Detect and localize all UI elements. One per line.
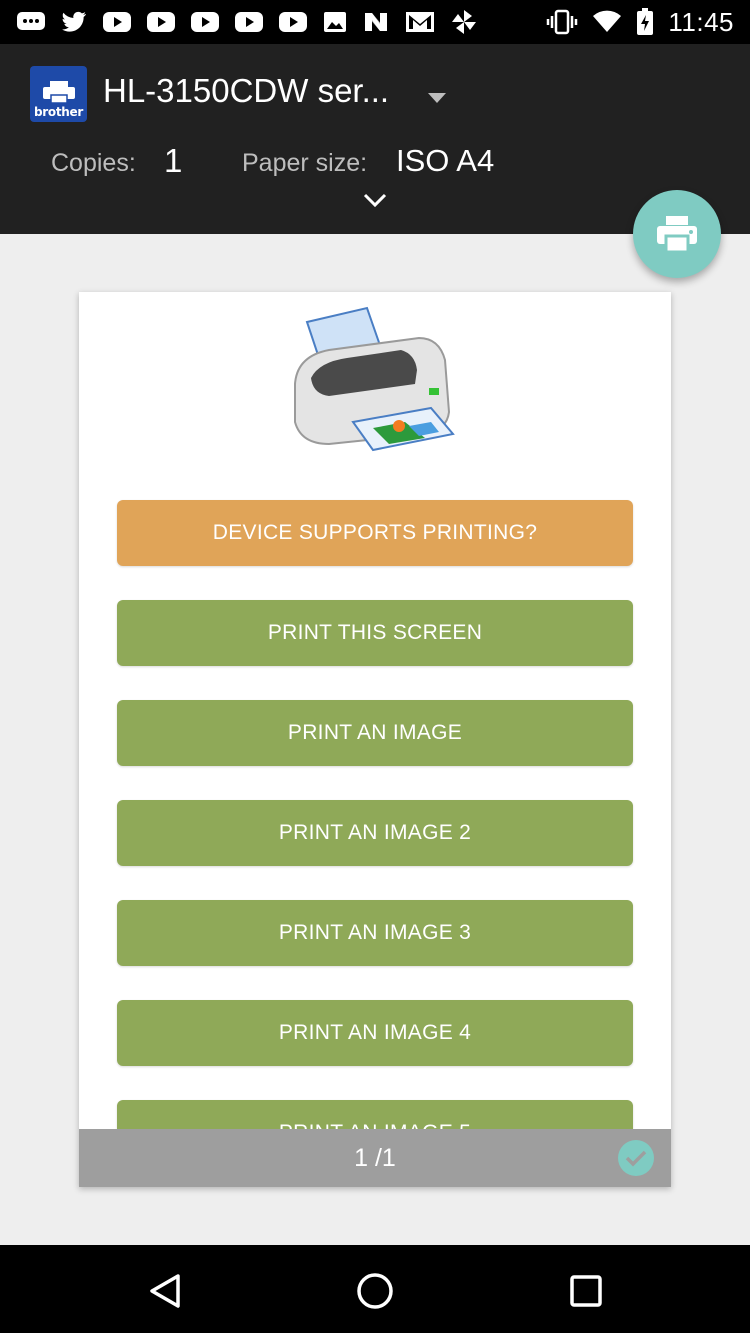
status-bar: 11:45 [0, 0, 750, 44]
back-button[interactable] [143, 1269, 187, 1313]
image-icon [322, 10, 348, 34]
wifi-icon [592, 10, 622, 34]
youtube-icon [102, 11, 132, 33]
paper-size-value[interactable]: ISO A4 [396, 143, 494, 179]
copies-label: Copies: [51, 149, 136, 177]
youtube-icon [234, 11, 264, 33]
brother-logo-text: brother [34, 105, 83, 119]
page-footer: 1 /1 [79, 1129, 671, 1187]
brother-logo: brother [30, 66, 87, 122]
page-select-checkbox[interactable] [618, 1140, 654, 1176]
recents-square-icon [570, 1275, 602, 1307]
printer-icon [657, 216, 697, 254]
notification-icons [16, 8, 478, 36]
device-supports-printing-button: DEVICE SUPPORTS PRINTING? [117, 500, 633, 566]
page-indicator: 1 /1 [354, 1143, 396, 1172]
pinwheel-icon [450, 8, 478, 36]
youtube-icon [146, 11, 176, 33]
printer-selector[interactable]: HL-3150CDW ser... [103, 72, 389, 110]
twitter-icon [60, 10, 88, 34]
home-button[interactable] [353, 1269, 397, 1313]
printer-illustration [289, 304, 459, 459]
home-circle-icon [357, 1273, 393, 1309]
caret-down-icon[interactable] [427, 91, 447, 109]
paper-size-label: Paper size: [242, 149, 368, 177]
print-an-image-3-button: PRINT AN IMAGE 3 [117, 900, 633, 966]
messages-icon [16, 10, 46, 34]
printer-service-icon [42, 81, 75, 103]
gmail-icon [404, 10, 436, 34]
print-an-image-2-button: PRINT AN IMAGE 2 [117, 800, 633, 866]
chevron-down-icon[interactable] [362, 191, 388, 214]
print-button[interactable] [633, 190, 721, 278]
copies-value[interactable]: 1 [164, 142, 182, 180]
navigation-bar [0, 1245, 750, 1333]
print-an-image-button: PRINT AN IMAGE [117, 700, 633, 766]
recents-button[interactable] [564, 1269, 608, 1313]
page-preview[interactable]: DEVICE SUPPORTS PRINTING? PRINT THIS SCR… [79, 292, 671, 1187]
youtube-icon [278, 11, 308, 33]
check-icon [625, 1150, 647, 1167]
print-an-image-4-button: PRINT AN IMAGE 4 [117, 1000, 633, 1066]
youtube-icon [190, 11, 220, 33]
clock: 11:45 [668, 6, 734, 37]
battery-charging-icon [636, 8, 654, 36]
print-options-panel: brother HL-3150CDW ser... Copies: 1 Pape… [0, 44, 750, 234]
back-triangle-icon [150, 1274, 180, 1308]
vibrate-icon [546, 9, 578, 35]
n-app-icon [362, 10, 390, 34]
print-this-screen-button: PRINT THIS SCREEN [117, 600, 633, 666]
